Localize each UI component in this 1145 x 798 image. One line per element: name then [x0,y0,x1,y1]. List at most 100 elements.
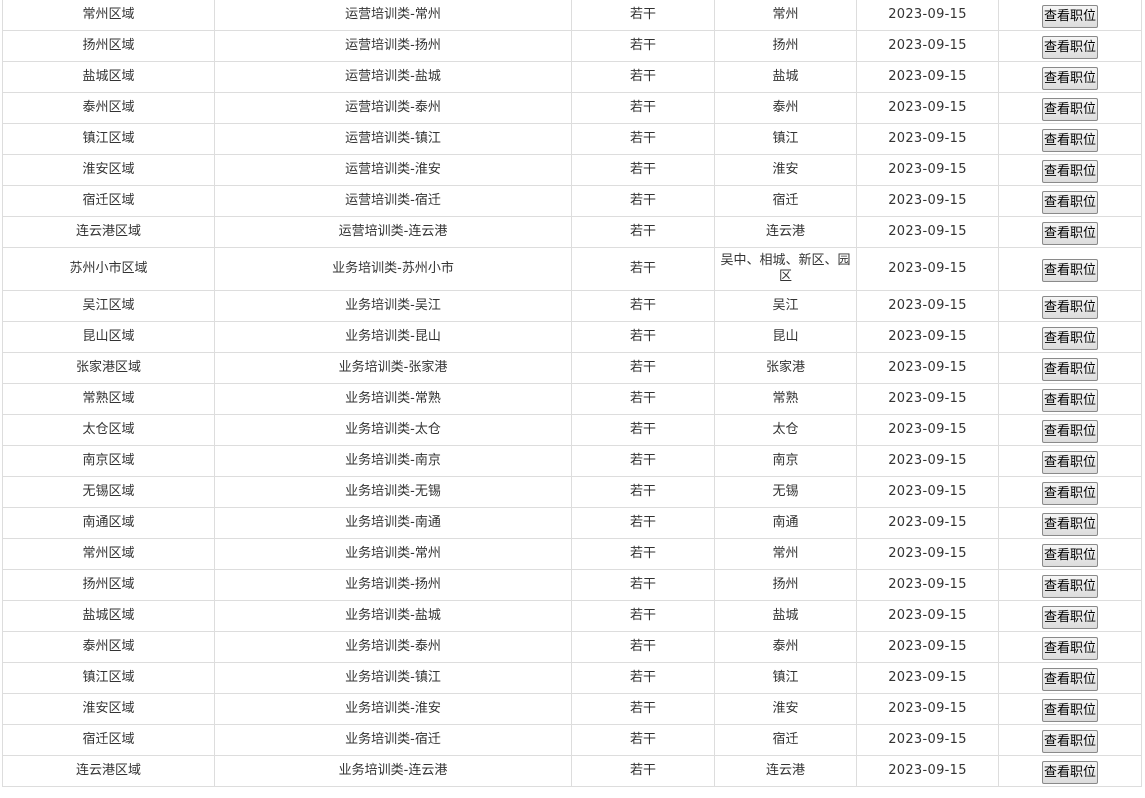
location-cell: 泰州 [714,631,857,663]
table-row: 宿迁区域 业务培训类-宿迁 若干 宿迁 2023-09-15 查看职位 [2,724,1142,756]
view-position-button[interactable]: 查看职位 [1041,67,1098,90]
date-cell: 2023-09-15 [856,755,999,787]
headcount-cell: 若干 [571,352,715,384]
action-cell: 查看职位 [998,507,1142,539]
region-cell: 苏州小市区域 [2,247,215,291]
view-position-button[interactable]: 查看职位 [1041,420,1098,443]
action-cell: 查看职位 [998,631,1142,663]
action-cell: 查看职位 [998,352,1142,384]
location-cell: 南京 [714,445,857,477]
headcount-cell: 若干 [571,321,715,353]
headcount-cell: 若干 [571,290,715,322]
view-position-button[interactable]: 查看职位 [1041,259,1098,282]
action-cell: 查看职位 [998,92,1142,124]
view-position-button[interactable]: 查看职位 [1041,730,1098,753]
region-cell: 吴江区域 [2,290,215,322]
date-cell: 2023-09-15 [856,662,999,694]
view-position-button[interactable]: 查看职位 [1041,222,1098,245]
view-position-button[interactable]: 查看职位 [1041,98,1098,121]
position-cell: 运营培训类-淮安 [214,154,572,186]
table-row: 无锡区域 业务培训类-无锡 若干 无锡 2023-09-15 查看职位 [2,476,1142,508]
view-position-button[interactable]: 查看职位 [1041,191,1098,214]
table-row: 镇江区域 运营培训类-镇江 若干 镇江 2023-09-15 查看职位 [2,123,1142,155]
headcount-cell: 若干 [571,600,715,632]
location-cell: 泰州 [714,92,857,124]
view-position-button[interactable]: 查看职位 [1041,160,1098,183]
table-row: 南京区域 业务培训类-南京 若干 南京 2023-09-15 查看职位 [2,445,1142,477]
table-row: 昆山区域 业务培训类-昆山 若干 昆山 2023-09-15 查看职位 [2,321,1142,353]
table-row: 盐城区域 运营培训类-盐城 若干 盐城 2023-09-15 查看职位 [2,61,1142,93]
region-cell: 扬州区域 [2,30,215,62]
table-row: 吴江区域 业务培训类-吴江 若干 吴江 2023-09-15 查看职位 [2,290,1142,322]
location-cell: 常州 [714,538,857,570]
region-cell: 张家港区域 [2,352,215,384]
action-cell: 查看职位 [998,476,1142,508]
headcount-cell: 若干 [571,507,715,539]
date-cell: 2023-09-15 [856,290,999,322]
action-cell: 查看职位 [998,538,1142,570]
view-position-button[interactable]: 查看职位 [1041,129,1098,152]
location-cell: 吴中、相城、新区、园区 [714,247,857,291]
view-position-button[interactable]: 查看职位 [1041,544,1098,567]
position-cell: 业务培训类-太仓 [214,414,572,446]
location-cell: 太仓 [714,414,857,446]
view-position-button[interactable]: 查看职位 [1041,761,1098,784]
region-cell: 宿迁区域 [2,724,215,756]
location-cell: 常州 [714,0,857,31]
date-cell: 2023-09-15 [856,569,999,601]
view-position-button[interactable]: 查看职位 [1041,389,1098,412]
action-cell: 查看职位 [998,61,1142,93]
action-cell: 查看职位 [998,569,1142,601]
table-row: 扬州区域 运营培训类-扬州 若干 扬州 2023-09-15 查看职位 [2,30,1142,62]
table-row: 南通区域 业务培训类-南通 若干 南通 2023-09-15 查看职位 [2,507,1142,539]
location-cell: 连云港 [714,216,857,248]
view-position-button[interactable]: 查看职位 [1041,699,1098,722]
position-cell: 业务培训类-盐城 [214,600,572,632]
date-cell: 2023-09-15 [856,600,999,632]
date-cell: 2023-09-15 [856,693,999,725]
region-cell: 南京区域 [2,445,215,477]
region-cell: 盐城区域 [2,600,215,632]
action-cell: 查看职位 [998,216,1142,248]
table-row: 泰州区域 业务培训类-泰州 若干 泰州 2023-09-15 查看职位 [2,631,1142,663]
table-row: 扬州区域 业务培训类-扬州 若干 扬州 2023-09-15 查看职位 [2,569,1142,601]
date-cell: 2023-09-15 [856,92,999,124]
view-position-button[interactable]: 查看职位 [1041,451,1098,474]
region-cell: 泰州区域 [2,631,215,663]
view-position-button[interactable]: 查看职位 [1041,36,1098,59]
location-cell: 吴江 [714,290,857,322]
headcount-cell: 若干 [571,61,715,93]
headcount-cell: 若干 [571,538,715,570]
view-position-button[interactable]: 查看职位 [1041,327,1098,350]
position-cell: 运营培训类-常州 [214,0,572,31]
headcount-cell: 若干 [571,569,715,601]
headcount-cell: 若干 [571,30,715,62]
location-cell: 盐城 [714,600,857,632]
date-cell: 2023-09-15 [856,247,999,291]
view-position-button[interactable]: 查看职位 [1041,606,1098,629]
view-position-button[interactable]: 查看职位 [1041,668,1098,691]
region-cell: 无锡区域 [2,476,215,508]
date-cell: 2023-09-15 [856,61,999,93]
view-position-button[interactable]: 查看职位 [1041,296,1098,319]
view-position-button[interactable]: 查看职位 [1041,482,1098,505]
action-cell: 查看职位 [998,600,1142,632]
view-position-button[interactable]: 查看职位 [1041,637,1098,660]
view-position-button[interactable]: 查看职位 [1041,513,1098,536]
table-row: 常熟区域 业务培训类-常熟 若干 常熟 2023-09-15 查看职位 [2,383,1142,415]
view-position-button[interactable]: 查看职位 [1041,575,1098,598]
date-cell: 2023-09-15 [856,538,999,570]
location-cell: 宿迁 [714,185,857,217]
table-row: 连云港区域 运营培训类-连云港 若干 连云港 2023-09-15 查看职位 [2,216,1142,248]
date-cell: 2023-09-15 [856,216,999,248]
location-cell: 扬州 [714,569,857,601]
region-cell: 淮安区域 [2,154,215,186]
location-cell: 无锡 [714,476,857,508]
region-cell: 镇江区域 [2,662,215,694]
view-position-button[interactable]: 查看职位 [1041,5,1098,28]
view-position-button[interactable]: 查看职位 [1041,358,1098,381]
location-cell: 淮安 [714,693,857,725]
region-cell: 常熟区域 [2,383,215,415]
position-cell: 运营培训类-盐城 [214,61,572,93]
position-cell: 业务培训类-吴江 [214,290,572,322]
